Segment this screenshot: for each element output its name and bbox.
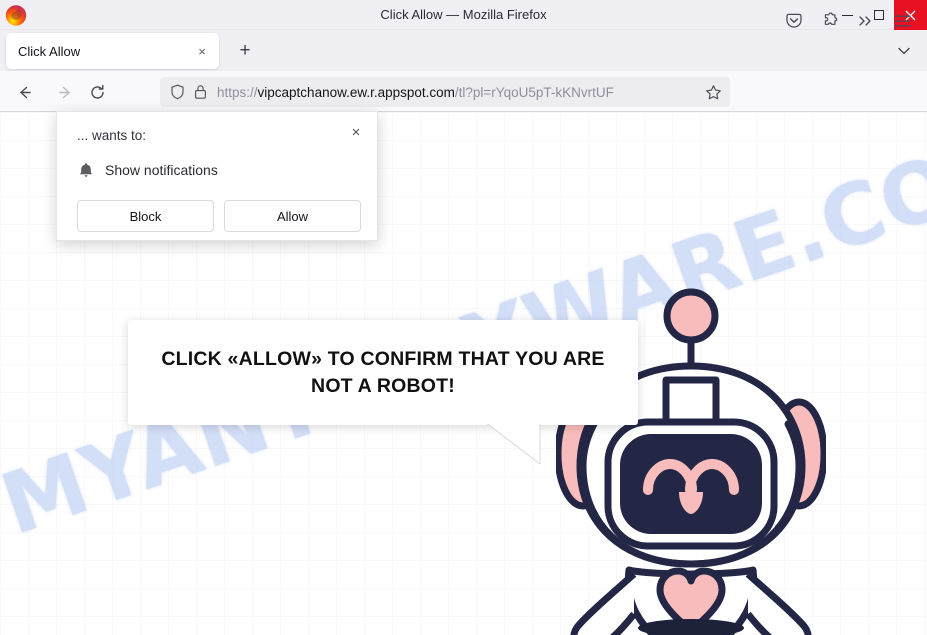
url-bar[interactable]: https://vipcaptchanow.ew.r.appspot.com/t… (160, 77, 730, 107)
browser-tab[interactable]: Click Allow × (6, 33, 219, 69)
speech-bubble-tail (485, 422, 543, 464)
list-all-tabs-chevron-down-icon[interactable] (891, 39, 917, 63)
reload-button[interactable] (84, 79, 110, 105)
robot-shadow (638, 619, 744, 635)
shield-icon[interactable] (170, 84, 185, 100)
popup-host-text: ... wants to: (77, 128, 147, 143)
url-text[interactable]: https://vipcaptchanow.ew.r.appspot.com/t… (217, 85, 705, 100)
notification-permission-popup: × ... wants to: Show notifications Block… (56, 111, 378, 241)
speech-bubble: CLICK «ALLOW» TO CONFIRM THAT YOU ARE NO… (128, 320, 638, 425)
reload-icon (90, 84, 104, 99)
bookmark-star-icon[interactable] (705, 84, 722, 101)
tab-close-icon[interactable]: × (190, 39, 214, 63)
popup-permission-row: Show notifications (77, 162, 218, 178)
lock-icon[interactable] (194, 84, 207, 100)
allow-button[interactable]: Allow (224, 200, 361, 232)
pocket-icon[interactable] (781, 8, 807, 34)
forward-button[interactable] (52, 79, 78, 105)
back-button[interactable] (11, 79, 37, 105)
browser-window: Click Allow — Mozilla Firefox Click Allo… (0, 0, 927, 635)
arrow-left-icon (19, 86, 31, 98)
url-path: /tl?pl=rYqoU5pT-kKNvrtUF (454, 84, 614, 100)
extensions-puzzle-icon[interactable] (818, 8, 844, 34)
url-host: vipcaptchanow.ew.r.appspot.com (257, 84, 455, 100)
tab-title: Click Allow (18, 43, 81, 59)
arrow-right-icon (58, 86, 70, 98)
hamburger-menu-icon[interactable] (889, 8, 915, 34)
popup-permission-label: Show notifications (105, 162, 218, 178)
speech-bubble-text: CLICK «ALLOW» TO CONFIRM THAT YOU ARE NO… (161, 348, 605, 397)
block-button[interactable]: Block (77, 200, 214, 232)
bell-icon (77, 162, 95, 178)
url-scheme: https:// (217, 84, 258, 100)
overflow-chevrons-icon[interactable] (853, 8, 879, 34)
popup-button-row: Block Allow (77, 200, 361, 232)
popup-close-button[interactable]: × (344, 120, 368, 144)
tab-strip: Click Allow × + (0, 30, 927, 71)
new-tab-button[interactable]: + (231, 38, 259, 64)
